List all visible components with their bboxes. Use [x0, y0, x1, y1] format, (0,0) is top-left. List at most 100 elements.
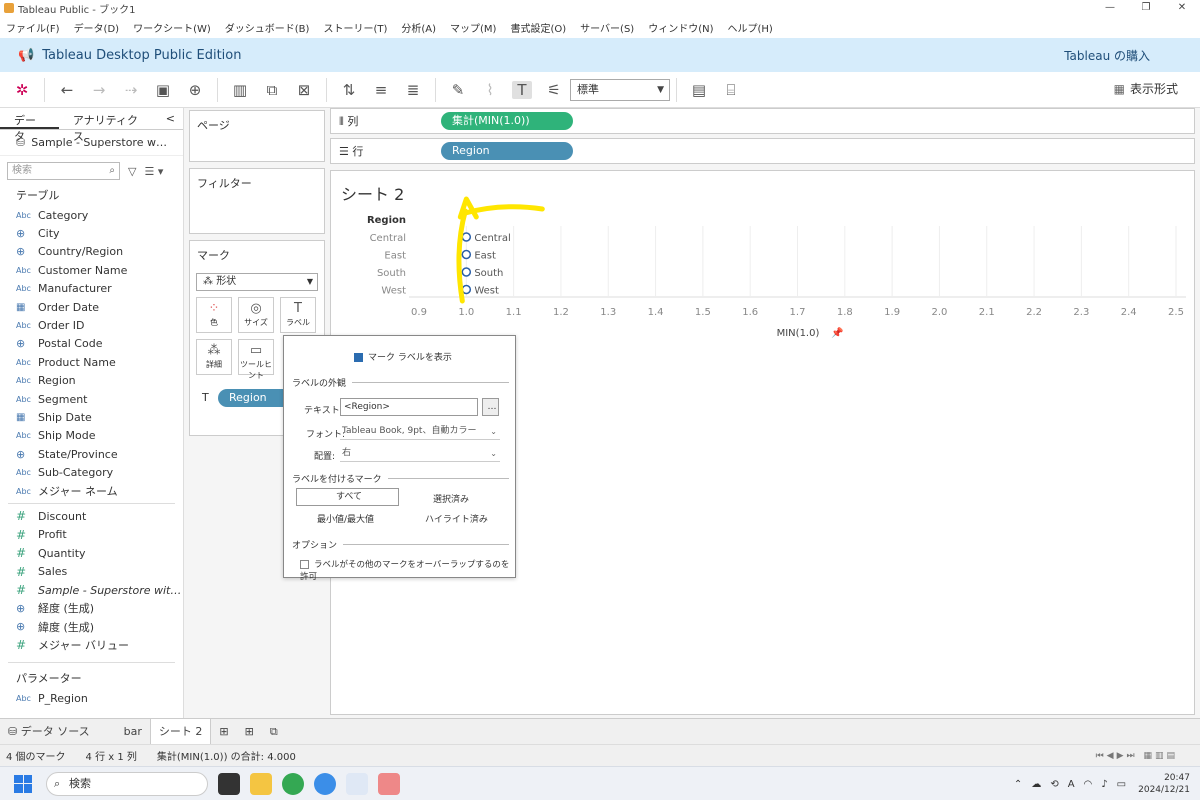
- field-item[interactable]: ⊕ City: [0, 224, 183, 242]
- tab-analytics[interactable]: アナリティクス: [59, 108, 158, 143]
- battery-icon[interactable]: ▭: [1117, 779, 1126, 790]
- sheet-navigation-icons[interactable]: ⏮◀▶⏭ ▦▥▤: [1096, 751, 1178, 761]
- swap-icon[interactable]: ⇅: [339, 81, 359, 99]
- data-point[interactable]: [461, 232, 472, 242]
- clear-sheet-icon[interactable]: ⊠: [294, 81, 314, 99]
- menu-dashboard[interactable]: ダッシュボード(B): [225, 20, 310, 35]
- show-labels-checkbox[interactable]: マーク ラベルを表示: [354, 350, 452, 363]
- replay-icon[interactable]: ⇢: [121, 81, 141, 99]
- taskbar-search[interactable]: ⌕ 検索: [46, 771, 208, 796]
- field-item[interactable]: Abc Manufacturer: [0, 280, 183, 298]
- new-story-tab-icon[interactable]: ⧉: [262, 719, 286, 745]
- sync-icon[interactable]: ⟲: [1050, 779, 1058, 790]
- rows-shelf[interactable]: ☰ 行 Region: [330, 138, 1195, 164]
- menu-window[interactable]: ウィンドウ(N): [648, 20, 713, 35]
- presentation-mode-icon[interactable]: ⌸: [721, 81, 741, 99]
- snipping-tool-icon[interactable]: [378, 772, 400, 795]
- color-button[interactable]: ⁘ 色: [196, 297, 232, 333]
- field-item[interactable]: # メジャー バリュー: [0, 636, 183, 654]
- tableau-logo-icon[interactable]: ✲: [12, 81, 32, 99]
- duplicate-sheet-icon[interactable]: ⧉: [262, 81, 282, 99]
- menu-worksheet[interactable]: ワークシート(W): [133, 20, 211, 35]
- menu-data[interactable]: データ(D): [74, 20, 120, 35]
- size-button[interactable]: ◎ サイズ: [238, 297, 274, 333]
- label-text-input[interactable]: <Region>: [340, 398, 478, 416]
- save-icon[interactable]: ▣: [153, 81, 173, 99]
- field-item[interactable]: ⊕ 緯度 (生成): [0, 618, 183, 636]
- allow-overlap-checkbox[interactable]: ラベルがその他のマークをオーバーラップするのを許可: [300, 558, 515, 582]
- ime-indicator[interactable]: A: [1068, 779, 1075, 790]
- minimize-button[interactable]: —: [1092, 0, 1128, 16]
- data-point[interactable]: [461, 267, 472, 277]
- task-view-icon[interactable]: [218, 772, 240, 795]
- taskbar-clock[interactable]: 20:47 2024/12/21: [1138, 772, 1190, 796]
- field-item[interactable]: ▦ Ship Date: [0, 408, 183, 426]
- field-item[interactable]: Abc Region: [0, 372, 183, 390]
- field-search-input[interactable]: 検索 ⌕: [7, 162, 120, 180]
- card-toggle-icon[interactable]: ▤: [689, 81, 709, 99]
- field-item[interactable]: ⊕ Postal Code: [0, 335, 183, 353]
- buy-tableau-link[interactable]: Tableau の購入: [1064, 47, 1150, 64]
- field-item[interactable]: ⊕ 経度 (生成): [0, 599, 183, 617]
- group-icon[interactable]: ⌇: [480, 81, 500, 99]
- field-item[interactable]: Abc Segment: [0, 390, 183, 408]
- new-datasource-icon[interactable]: ⊕: [185, 81, 205, 99]
- menu-story[interactable]: ストーリー(T): [323, 20, 387, 35]
- chrome-icon[interactable]: [282, 772, 304, 795]
- tooltip-button[interactable]: ▭ ツールヒント: [238, 339, 274, 380]
- field-item[interactable]: # Quantity: [0, 544, 183, 562]
- filter-icon[interactable]: ▽: [128, 165, 136, 178]
- file-explorer-icon[interactable]: [250, 772, 272, 795]
- sheet-tab-bar[interactable]: bar: [116, 719, 150, 745]
- restore-button[interactable]: ❐: [1128, 0, 1164, 16]
- show-me-button[interactable]: ▦ 表示形式: [1114, 80, 1178, 97]
- new-dashboard-tab-icon[interactable]: ⊞: [237, 719, 262, 745]
- field-item[interactable]: # Profit: [0, 526, 183, 544]
- wifi-icon[interactable]: ◠: [1084, 779, 1093, 790]
- data-point[interactable]: [461, 249, 472, 260]
- field-item[interactable]: Abc Product Name: [0, 353, 183, 371]
- datasource-tab[interactable]: ⛁ データ ソース: [0, 719, 98, 745]
- undo-icon[interactable]: ←: [57, 81, 77, 99]
- columns-min-pill[interactable]: 集計(MIN(1.0)): [441, 112, 573, 130]
- label-highlighted-option[interactable]: ハイライト済み: [425, 512, 488, 525]
- view-options-icon[interactable]: ☰ ▾: [144, 165, 163, 178]
- datasource-item[interactable]: ⛁ Sample - Superstore w…: [0, 130, 183, 156]
- field-item[interactable]: Abc Category: [0, 206, 183, 224]
- sort-ascending-icon[interactable]: ≡: [371, 81, 391, 99]
- menu-format[interactable]: 書式設定(O): [510, 20, 566, 35]
- close-button[interactable]: ✕: [1164, 0, 1200, 16]
- menu-map[interactable]: マップ(M): [450, 20, 496, 35]
- field-item[interactable]: # Discount: [0, 507, 183, 525]
- menu-analysis[interactable]: 分析(A): [401, 20, 436, 35]
- cloud-icon[interactable]: ☁: [1031, 779, 1041, 790]
- columns-shelf[interactable]: ⦀ 列 集計(MIN(1.0)): [330, 108, 1195, 134]
- filters-shelf[interactable]: フィルター: [189, 168, 325, 234]
- volume-icon[interactable]: ♪: [1101, 779, 1107, 790]
- windows-start-icon[interactable]: [14, 774, 32, 793]
- field-item[interactable]: Abc Order ID: [0, 316, 183, 334]
- redo-icon[interactable]: →: [89, 81, 109, 99]
- show-labels-icon[interactable]: T: [512, 80, 532, 99]
- field-item[interactable]: ⊕ State/Province: [0, 445, 183, 463]
- menu-server[interactable]: サーバー(S): [580, 20, 634, 35]
- tab-data[interactable]: データ: [0, 108, 59, 143]
- mark-type-select[interactable]: ⁂ 形状 ▼: [196, 273, 318, 291]
- field-item[interactable]: Abc メジャー ネーム: [0, 482, 183, 500]
- edge-icon[interactable]: [314, 772, 336, 795]
- field-item[interactable]: # Sales: [0, 562, 183, 580]
- fix-axes-icon[interactable]: ⚟: [544, 81, 564, 99]
- field-item[interactable]: # Sample - Superstore wit…: [0, 581, 183, 599]
- highlight-icon[interactable]: ✎: [448, 81, 468, 99]
- label-button[interactable]: T ラベル: [280, 297, 316, 333]
- menu-file[interactable]: ファイル(F): [6, 20, 60, 35]
- tableau-taskbar-icon[interactable]: [346, 772, 368, 795]
- collapse-pane-button[interactable]: <: [158, 108, 183, 129]
- field-item[interactable]: Abc Sub-Category: [0, 463, 183, 481]
- field-item[interactable]: Abc Ship Mode: [0, 427, 183, 445]
- pages-shelf[interactable]: ページ: [189, 110, 325, 162]
- field-item[interactable]: ⊕ Country/Region: [0, 243, 183, 261]
- sort-descending-icon[interactable]: ≣: [403, 81, 423, 99]
- field-item[interactable]: ▦ Order Date: [0, 298, 183, 316]
- field-item[interactable]: Abc Customer Name: [0, 261, 183, 279]
